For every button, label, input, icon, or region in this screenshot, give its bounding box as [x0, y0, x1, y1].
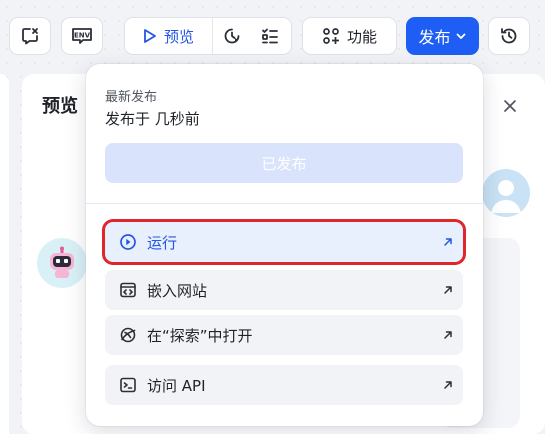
embed-website-item[interactable]: 嵌入网站 [105, 270, 463, 310]
env-icon-text: ENV [74, 32, 91, 40]
env-icon: ENV [72, 28, 92, 44]
access-api-label: 访问 API [147, 376, 206, 395]
debug-button[interactable] [9, 17, 51, 55]
divider [86, 203, 483, 204]
open-in-explore-label: 在“探索”中打开 [147, 326, 253, 345]
preview-group: 预览 [124, 17, 292, 55]
close-icon [504, 100, 516, 112]
checklist-button[interactable] [251, 18, 289, 54]
external-arrow-icon [433, 237, 463, 247]
run-history-button[interactable] [213, 18, 251, 54]
grid-settings-icon [323, 28, 339, 44]
version-history-button[interactable] [488, 17, 530, 55]
latest-publish-caption: 最新发布 [105, 90, 158, 105]
publish-button[interactable]: 发布 [406, 17, 479, 55]
functions-button[interactable]: 功能 [302, 17, 397, 55]
embed-code-icon [120, 282, 136, 298]
chat-debug-icon [22, 28, 38, 45]
play-circle-icon [120, 234, 136, 250]
user-avatar [482, 169, 530, 217]
run-app-item[interactable]: 运行 [105, 222, 463, 262]
embed-website-label: 嵌入网站 [147, 281, 208, 300]
bot-avatar [37, 238, 87, 288]
external-arrow-icon [433, 380, 463, 390]
terminal-icon [120, 377, 136, 393]
publish-dropdown: 最新发布 发布于 几秒前 已发布 运行 嵌入网站 在“探索”中打开 访问 API [86, 64, 483, 426]
user-silhouette-icon [491, 180, 521, 213]
published-button[interactable]: 已发布 [105, 143, 463, 183]
external-arrow-icon [433, 285, 463, 295]
history-icon [501, 28, 517, 44]
explore-compass-icon [120, 327, 136, 343]
open-in-explore-item[interactable]: 在“探索”中打开 [105, 315, 463, 355]
chevron-down-icon [456, 33, 465, 39]
checklist-icon [262, 28, 278, 44]
preview-button[interactable]: 预览 [125, 18, 213, 54]
env-button[interactable]: ENV [61, 17, 103, 55]
close-preview-button[interactable] [500, 96, 520, 116]
preview-button-label: 预览 [164, 27, 195, 46]
access-api-item[interactable]: 访问 API [105, 365, 463, 405]
left-panel-edge [0, 74, 9, 434]
robot-icon [50, 246, 74, 278]
preview-panel-title: 预览 [42, 96, 78, 117]
run-app-label: 运行 [147, 233, 178, 252]
published-time: 发布于 几秒前 [105, 110, 200, 128]
play-icon [144, 29, 156, 43]
external-arrow-icon [433, 330, 463, 340]
publish-button-label: 发布 [418, 28, 451, 47]
timer-play-icon [224, 28, 240, 44]
functions-button-label: 功能 [346, 27, 377, 46]
